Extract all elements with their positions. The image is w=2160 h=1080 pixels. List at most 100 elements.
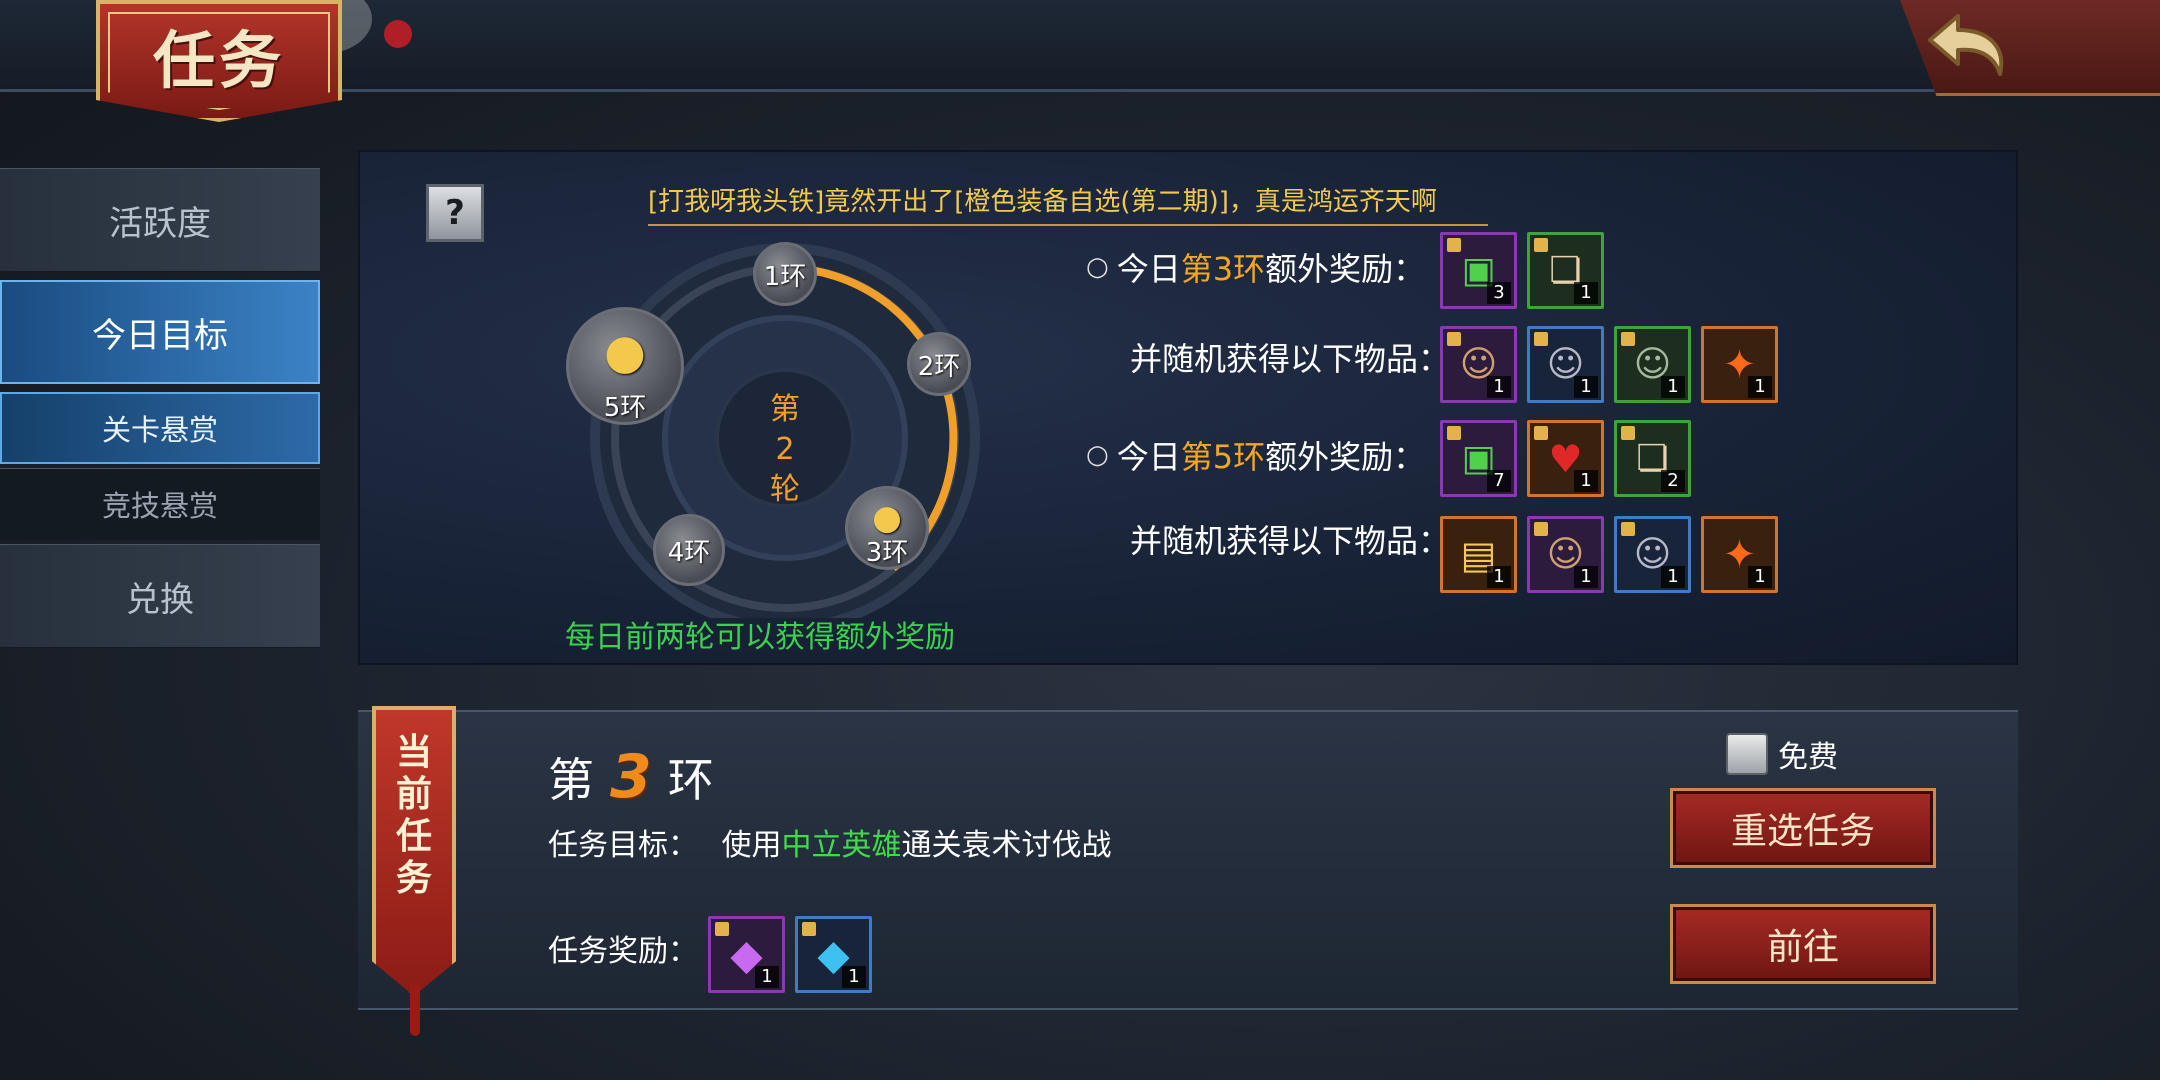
- sidebar-item-arena-bounty[interactable]: 竞技悬赏: [0, 468, 320, 540]
- hero-portrait-icon[interactable]: ☺ 1: [1527, 326, 1604, 403]
- lock-icon: [715, 922, 729, 936]
- free-label: 免费: [1778, 740, 1838, 775]
- task-reward-items: ◆ 1 ◆ 1: [708, 916, 872, 993]
- goto-button[interactable]: 前往: [1670, 904, 1936, 984]
- banner-char: 务: [395, 858, 432, 899]
- scroll-icon[interactable]: ❏ 2: [1614, 420, 1691, 497]
- sidebar: 活跃度 今日目标 关卡悬赏 竞技悬赏 兑换: [0, 92, 320, 1080]
- goal-pre: 使用: [721, 828, 782, 863]
- sidebar-item-activity[interactable]: 活跃度: [0, 168, 320, 272]
- item-count: 1: [1487, 376, 1511, 398]
- sidebar-item-label: 兑换: [126, 579, 194, 620]
- ring3-random-row: 并随机获得以下物品：: [1130, 334, 1450, 380]
- goal-label: 任务目标：: [548, 828, 698, 863]
- ring3-random-items: ☺ 1 ☺ 1 ☺ 1 ✦ 1: [1440, 326, 1778, 403]
- banner-char: 任: [395, 816, 432, 857]
- ring5-random-items: ▤ 1 ☺ 1 ☺ 1 ✦ 1: [1440, 516, 1778, 593]
- back-arrow-icon: [1928, 14, 2004, 76]
- item-count: 1: [842, 966, 866, 988]
- lock-icon: [1621, 426, 1635, 440]
- sidebar-item-label: 活跃度: [109, 203, 211, 244]
- reward-suffix: 额外奖励：: [1265, 438, 1426, 476]
- ring-node-2: 2环: [907, 332, 971, 396]
- ring-node-3: ● 3环: [845, 486, 929, 570]
- item-count: 1: [1574, 470, 1598, 492]
- purple-gem-icon[interactable]: ◆ 1: [708, 916, 785, 993]
- item-count: 1: [755, 966, 779, 988]
- money-bag-icon: ●: [604, 324, 646, 380]
- ring-prefix: 第: [548, 753, 594, 807]
- ring3-reward-row: ○ 今日 第3环 额外奖励：: [1086, 244, 1425, 290]
- item-count: 2: [1661, 470, 1685, 492]
- item-count: 7: [1487, 470, 1511, 492]
- reward-highlight: 第5环: [1180, 438, 1266, 476]
- task-goal: 任务目标： 使用中立英雄通关袁术讨伐战: [548, 820, 1112, 864]
- reward-prefix: 今日: [1116, 250, 1181, 288]
- blue-gem-icon[interactable]: ◆ 1: [795, 916, 872, 993]
- ring3-reward-items: ▣ 3 ❏ 1: [1440, 232, 1604, 309]
- item-count: 1: [1574, 566, 1598, 588]
- wheel-note: 每日前两轮可以获得额外奖励: [565, 620, 955, 655]
- ring-node-4: 4环: [653, 514, 725, 586]
- sidebar-item-daily-goal[interactable]: 今日目标: [0, 280, 320, 384]
- current-task-banner: 当 前 任 务: [372, 706, 456, 996]
- hero-portrait-icon[interactable]: ☺ 1: [1527, 516, 1604, 593]
- random-label: 并随机获得以下物品：: [1130, 522, 1451, 560]
- goal-post: 通关袁术讨伐战: [901, 828, 1112, 863]
- reward-highlight: 第3环: [1180, 250, 1266, 288]
- fire-crystal-icon[interactable]: ✦ 1: [1701, 516, 1778, 593]
- bullet-icon: ○: [1086, 440, 1109, 470]
- red-potion-icon[interactable]: ♥ 1: [1527, 420, 1604, 497]
- lock-icon: [1447, 332, 1461, 346]
- sidebar-item-stage-bounty[interactable]: 关卡悬赏: [0, 392, 320, 464]
- sidebar-item-exchange[interactable]: 兑换: [0, 544, 320, 648]
- hero-portrait-icon[interactable]: ☺ 1: [1440, 326, 1517, 403]
- scroll-icon[interactable]: ❏ 1: [1527, 232, 1604, 309]
- reselect-label: 重选任务: [1730, 811, 1875, 852]
- lock-icon: [1534, 426, 1548, 440]
- ring-suffix: 环: [667, 753, 714, 807]
- item-count: 1: [1487, 566, 1511, 588]
- ring-node-5: ● 5环: [566, 307, 684, 425]
- goto-label: 前往: [1766, 927, 1839, 968]
- ring5-reward-items: ▣ 7 ♥ 1 ❏ 2: [1440, 420, 1691, 497]
- ring-label: 1环: [763, 261, 807, 292]
- banner-tassel: [410, 984, 420, 1036]
- fire-crystal-icon[interactable]: ✦ 1: [1701, 326, 1778, 403]
- sidebar-item-label: 竞技悬赏: [101, 489, 218, 523]
- notification-dot: [384, 20, 412, 48]
- ring-reward-panel: ? [打我呀我头铁]竟然开出了[橙色装备自选(第二期)]，真是鸿运齐天啊 1环 …: [358, 150, 2018, 665]
- round-char: 第: [770, 392, 800, 427]
- round-char: 2: [775, 432, 795, 467]
- lock-icon: [1447, 238, 1461, 252]
- ring-label: 5环: [603, 393, 647, 423]
- banner-char: 当: [395, 732, 432, 773]
- current-ring-title: 第 3 环: [548, 742, 714, 812]
- current-task-panel: 当 前 任 务 第 3 环 任务目标： 使用中立英雄通关袁术讨伐战 任务奖励： …: [358, 706, 2018, 1036]
- gift-box-icon[interactable]: ▣ 3: [1440, 232, 1517, 309]
- ring-wheel: 1环 2环 ● 3环 4环 ● 5环 第 2 轮: [515, 198, 985, 618]
- reselect-token-icon: [1726, 733, 1768, 775]
- sidebar-item-label: 今日目标: [92, 315, 228, 356]
- gift-box-icon[interactable]: ▣ 7: [1440, 420, 1517, 497]
- lock-icon: [1621, 332, 1635, 346]
- reselect-task-button[interactable]: 重选任务: [1670, 788, 1936, 868]
- item-count: 3: [1487, 282, 1511, 304]
- hero-portrait-icon[interactable]: ☺ 1: [1614, 326, 1691, 403]
- item-count: 1: [1574, 282, 1598, 304]
- hero-portrait-icon[interactable]: ☺ 1: [1614, 516, 1691, 593]
- reselect-cost: 免费: [1726, 732, 1838, 776]
- ring-label: 3环: [865, 538, 909, 568]
- help-button[interactable]: ?: [426, 184, 484, 242]
- ring-label: 4环: [667, 537, 711, 568]
- gold-card-icon[interactable]: ▤ 1: [1440, 516, 1517, 593]
- item-count: 1: [1661, 566, 1685, 588]
- reward-suffix: 额外奖励：: [1265, 250, 1426, 288]
- item-count: 1: [1574, 376, 1598, 398]
- help-label: ?: [445, 193, 465, 233]
- lock-icon: [1534, 238, 1548, 252]
- task-reward-label: 任务奖励：: [548, 934, 698, 969]
- lock-icon: [1534, 332, 1548, 346]
- lock-icon: [1447, 426, 1461, 440]
- back-button[interactable]: [1920, 6, 2020, 90]
